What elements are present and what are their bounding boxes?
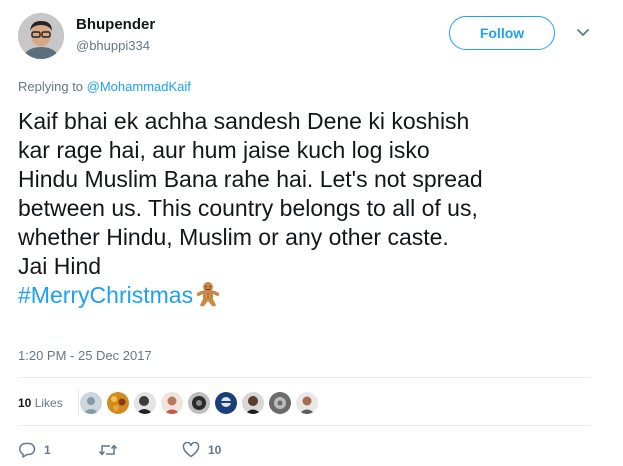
hashtag-link[interactable]: #MerryChristmas [18,282,193,308]
follow-button[interactable]: Follow [449,16,555,50]
tweet-line: between us. This country belongs to all … [18,195,478,221]
user-handle[interactable]: @bhuppi334 [76,38,150,53]
liker-avatar[interactable] [107,392,129,414]
liker-avatar[interactable] [134,392,156,414]
retweet-button[interactable] [98,440,118,460]
divider [18,425,591,426]
divider [18,377,591,378]
divider [78,388,79,416]
replying-to: Replying to @MohammadKaif [18,79,191,94]
liker-avatar[interactable] [188,392,210,414]
replying-prefix: Replying to [18,79,87,94]
reply-button[interactable]: 1 [18,440,51,460]
chevron-down-icon[interactable] [574,23,592,41]
tweet-line: Jai Hind [18,253,102,279]
tweet-text: Kaif bhai ek achha sandesh Dene ki koshi… [18,107,613,314]
likes-label: Likes [31,396,63,410]
display-name[interactable]: Bhupender [76,16,155,33]
tweet-line: Hindu Muslim Bana rahe hai. Let's not sp… [18,166,483,192]
liker-avatar[interactable] [161,392,183,414]
heart-icon [182,442,200,458]
liker-avatar[interactable] [296,392,318,414]
liker-avatars [80,388,323,418]
profile-avatar[interactable] [18,13,64,59]
liker-avatar[interactable] [242,392,264,414]
mention-link[interactable]: @MohammadKaif [87,79,191,94]
gingerbread-man-icon [195,281,221,314]
tweet-line: Kaif bhai ek achha sandesh Dene ki koshi… [18,108,470,134]
tweet-line: whether Hindu, Muslim or any other caste… [18,224,449,250]
likes-count[interactable]: 10 Likes [18,396,63,410]
tweet-line: kar rage hai, aur hum jaise kuch log isk… [18,137,430,163]
hashtag-line: #MerryChristmas [18,281,613,314]
like-count: 10 [208,443,222,457]
liker-avatar[interactable] [215,392,237,414]
tweet-timestamp[interactable]: 1:20 PM - 25 Dec 2017 [18,348,152,363]
liker-avatar[interactable] [269,392,291,414]
retweet-icon [98,444,118,456]
liker-avatar[interactable] [80,392,102,414]
reply-count: 1 [44,443,51,457]
reply-icon [19,442,36,458]
like-button[interactable]: 10 [182,440,221,460]
likes-number: 10 [18,396,32,410]
